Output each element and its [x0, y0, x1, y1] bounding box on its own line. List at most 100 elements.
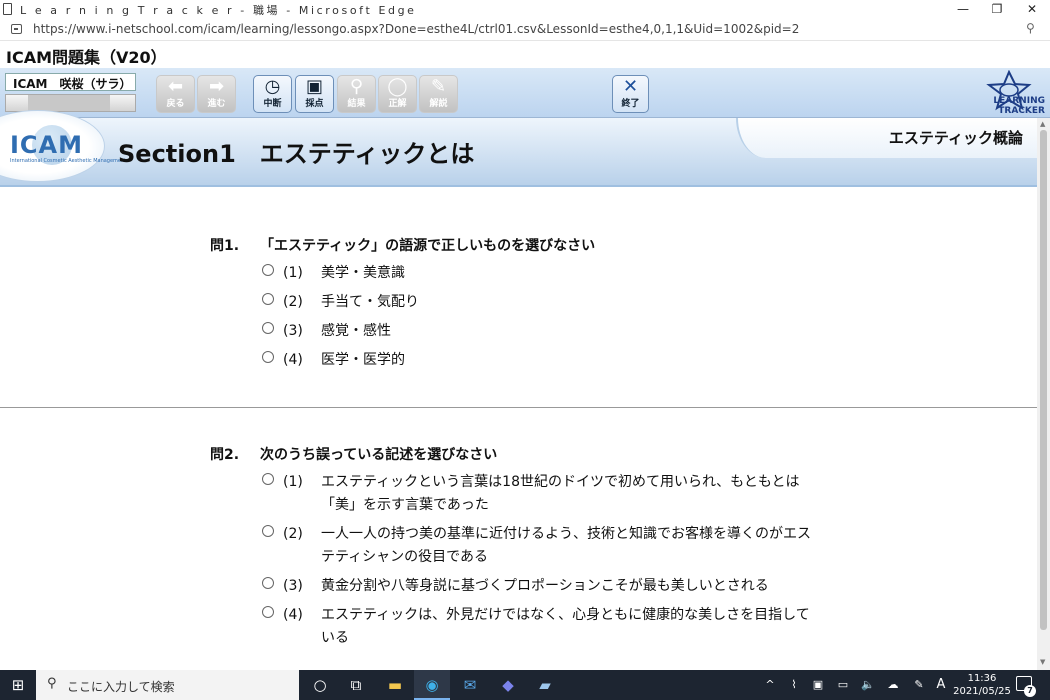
- option-number: (1): [283, 265, 303, 281]
- question-divider: [0, 407, 1037, 408]
- option-number: (1): [283, 474, 303, 490]
- app-header: ICAM問題集（V20）: [0, 40, 1050, 68]
- score-sheet-icon: ▣: [305, 76, 323, 97]
- forward-button[interactable]: ➡ 進む: [197, 75, 236, 113]
- q2-option-4[interactable]: (4) エステティックは、外見だけではなく、心身ともに健康的な美しさを目指してい…: [262, 604, 822, 650]
- radio-button[interactable]: [262, 577, 274, 589]
- restore-button[interactable]: ❐: [980, 0, 1014, 19]
- user-box: ICAM 咲桜（サラ）: [5, 73, 136, 113]
- option-number: (4): [283, 352, 303, 368]
- exit-button[interactable]: ✕ 終了: [612, 75, 649, 113]
- option-text: 感覚・感性: [321, 323, 391, 339]
- option-number: (4): [283, 607, 303, 623]
- section-banner: ICAM International Cosmetic Aesthetic Ma…: [0, 110, 1037, 187]
- app-title: ICAM問題集（V20）: [6, 48, 167, 67]
- vertical-scrollbar[interactable]: ▲ ▼: [1037, 118, 1050, 670]
- q1-option-1[interactable]: (1) 美学・美意識: [262, 262, 822, 285]
- search-placeholder[interactable]: ここに入力して検索: [67, 678, 175, 695]
- radio-button[interactable]: [262, 525, 274, 537]
- option-text: 一人一人の持つ美の基準に近付けるよう、技術と知識でお客様を導くのがエステティシャ…: [321, 526, 811, 565]
- meet-now-icon[interactable]: ▣: [810, 670, 826, 700]
- question-text: 次のうち誤っている記述を選びなさい: [260, 447, 498, 463]
- ime-indicator[interactable]: A: [934, 670, 948, 700]
- radio-button[interactable]: [262, 473, 274, 485]
- lock-icon: [11, 24, 22, 34]
- explanation-button[interactable]: ✎ 解説: [419, 75, 458, 113]
- scroll-down-icon[interactable]: ▼: [1040, 658, 1045, 666]
- search-icon: ⚲: [47, 676, 57, 691]
- close-button[interactable]: ✕: [1015, 0, 1049, 19]
- score-label: 採点: [305, 99, 324, 109]
- logo-text: LEARNING TRACKER: [993, 96, 1045, 116]
- q1-option-3[interactable]: (3) 感覚・感性: [262, 320, 822, 343]
- pen-icon[interactable]: ✎: [910, 670, 928, 700]
- battery-icon[interactable]: ▭: [834, 670, 852, 700]
- result-label: 結果: [347, 99, 366, 109]
- zoom-icon[interactable]: ⚲: [1026, 21, 1035, 35]
- suspend-button[interactable]: ◷ 中断: [253, 75, 292, 113]
- exit-label: 終了: [621, 99, 640, 109]
- question-number: 問1.: [210, 238, 240, 254]
- option-number: (2): [283, 526, 303, 542]
- taskbar-clock[interactable]: 11:36 2021/05/25: [949, 672, 1015, 698]
- close-x-icon: ✕: [622, 76, 639, 97]
- option-text: エステティックという言葉は18世紀のドイツで初めて用いられ、もともとは「美」を示…: [321, 474, 800, 513]
- onedrive-icon[interactable]: ☁: [884, 670, 902, 700]
- radio-button[interactable]: [262, 293, 274, 305]
- clock-time: 11:36: [967, 673, 997, 684]
- option-number: (3): [283, 323, 303, 339]
- option-number: (3): [283, 578, 303, 594]
- toolbar: ICAM 咲桜（サラ） ⬅ 戻る ➡ 進む ◷ 中断 ▣ 採点 ⚲ 結果 ◯ 正…: [0, 68, 1050, 118]
- browser-titlebar: L e a r n i n g T r a c k e r - 職場 - Mic…: [0, 0, 1050, 19]
- explanation-label: 解説: [429, 99, 448, 109]
- option-text: 医学・医学的: [321, 352, 405, 368]
- speech-bubble-icon: ✎: [430, 76, 447, 97]
- learning-tracker-logo: LEARNING TRACKER: [973, 69, 1049, 116]
- q1-option-4[interactable]: (4) 医学・医学的: [262, 349, 822, 372]
- answer-button[interactable]: ◯ 正解: [378, 75, 417, 113]
- cortana-icon[interactable]: ○: [302, 670, 338, 700]
- magnifier-icon: ⚲: [349, 76, 364, 97]
- q1-option-2[interactable]: (2) 手当て・気配り: [262, 291, 822, 314]
- question-2-heading: 問2. 次のうち誤っている記述を選びなさい: [210, 444, 497, 464]
- mail-icon[interactable]: ✉: [452, 670, 488, 700]
- task-view-icon[interactable]: ⧉: [338, 670, 374, 700]
- radio-button[interactable]: [262, 264, 274, 276]
- icam-logo-subtitle: International Cosmetic Aesthetic Managem…: [10, 158, 127, 164]
- scroll-thumb[interactable]: [1040, 130, 1047, 630]
- radio-button[interactable]: [262, 322, 274, 334]
- question-number: 問2.: [210, 447, 240, 463]
- option-text: 美学・美意識: [321, 265, 405, 281]
- file-explorer-icon[interactable]: ▬: [377, 670, 413, 700]
- back-button[interactable]: ⬅ 戻る: [156, 75, 195, 113]
- windows-start-icon[interactable]: ⊞: [0, 670, 36, 700]
- score-button[interactable]: ▣ 採点: [295, 75, 334, 113]
- arrow-right-icon: ➡: [208, 76, 225, 97]
- windows-taskbar: ⊞ ⚲ ここに入力して検索 ○ ⧉ ▬ ◉ ✉ ◆ ▰ ^ ⌇ ▣ ▭ 🔈 ☁ …: [0, 670, 1050, 700]
- minimize-button[interactable]: —: [946, 0, 980, 19]
- scroll-up-icon[interactable]: ▲: [1040, 120, 1045, 128]
- option-text: 黄金分割や八等身説に基づくプロポーションこそが最も美しいとされる: [321, 578, 769, 594]
- radio-button[interactable]: [262, 606, 274, 618]
- option-text: エステティックは、外見だけではなく、心身ともに健康的な美しさを目指している: [321, 607, 810, 646]
- q2-option-2[interactable]: (2) 一人一人の持つ美の基準に近付けるよう、技術と知識でお客様を導くのがエステ…: [262, 523, 822, 569]
- suspend-label: 中断: [263, 99, 282, 109]
- address-bar[interactable]: https://www.i-netschool.com/icam/learnin…: [0, 19, 1050, 40]
- q2-option-3[interactable]: (3) 黄金分割や八等身説に基づくプロポーションこそが最も美しいとされる: [262, 575, 822, 598]
- radio-button[interactable]: [262, 351, 274, 363]
- question-1-heading: 問1. 「エステティック」の語源で正しいものを選びなさい: [210, 235, 595, 255]
- progress-bar: [5, 94, 136, 112]
- url-text[interactable]: https://www.i-netschool.com/icam/learnin…: [33, 22, 799, 36]
- teams-icon[interactable]: ◆: [490, 670, 526, 700]
- taskbar-search-box[interactable]: ⚲ ここに入力して検索: [36, 670, 299, 700]
- forward-label: 進む: [207, 99, 226, 109]
- network-icon[interactable]: ⌇: [786, 670, 802, 700]
- window-title: L e a r n i n g T r a c k e r - 職場 - Mic…: [20, 4, 417, 17]
- category-tab: エステティック概論: [736, 118, 1037, 158]
- result-button[interactable]: ⚲ 結果: [337, 75, 376, 113]
- chevron-up-icon[interactable]: ^: [762, 670, 778, 700]
- volume-icon[interactable]: 🔈: [859, 670, 877, 700]
- app-icon[interactable]: ▰: [527, 670, 563, 700]
- edge-browser-icon[interactable]: ◉: [414, 670, 450, 700]
- q2-option-1[interactable]: (1) エステティックという言葉は18世紀のドイツで初めて用いられ、もともとは「…: [262, 471, 822, 517]
